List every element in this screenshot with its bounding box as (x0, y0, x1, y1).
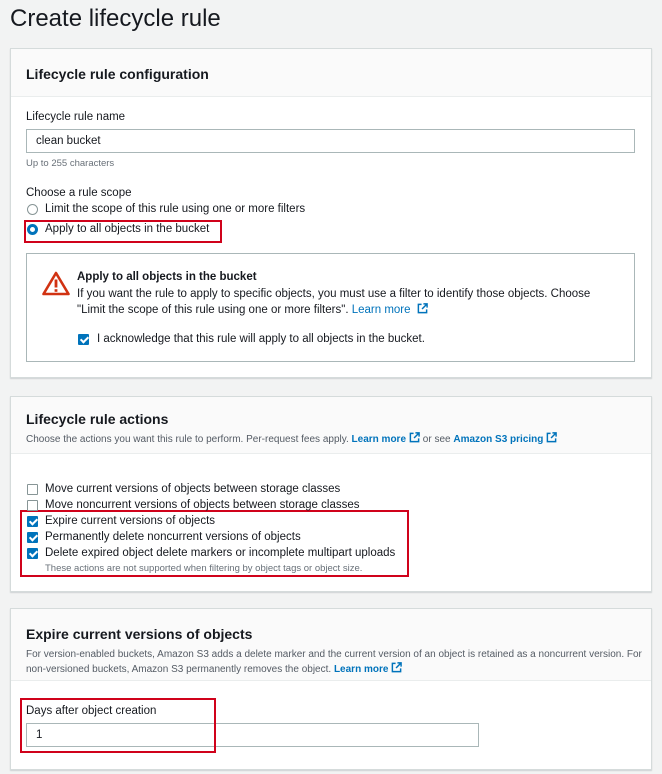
external-link-icon (409, 432, 420, 443)
expire-panel-header: Expire current versions of objects For v… (11, 609, 651, 681)
alert-learn-more-link[interactable]: Learn more (352, 304, 411, 316)
expire-desc-line2-text: non-versioned buckets, Amazon S3 permane… (26, 664, 332, 675)
move-noncurrent-label[interactable]: Move noncurrent versions of objects betw… (45, 499, 360, 511)
days-label: Days after object creation (26, 705, 157, 717)
acknowledge-label[interactable]: I acknowledge that this rule will apply … (97, 333, 425, 345)
external-link-icon (392, 662, 403, 673)
acknowledge-checkbox[interactable] (78, 334, 89, 345)
scope-filter-label[interactable]: Limit the scope of this rule using one o… (45, 203, 305, 215)
scope-all-label[interactable]: Apply to all objects in the bucket (45, 223, 209, 235)
alert-title: Apply to all objects in the bucket (77, 271, 257, 283)
actions-panel-title: Lifecycle rule actions (26, 411, 169, 427)
scope-label: Choose a rule scope (26, 187, 132, 199)
actions-or-see: or see (422, 434, 451, 445)
days-input[interactable] (26, 723, 479, 747)
move-noncurrent-checkbox[interactable] (27, 500, 38, 511)
external-link-icon (547, 432, 558, 443)
delete-markers-label[interactable]: Delete expired object delete markers or … (45, 547, 395, 559)
alert-body-line2: "Limit the scope of this rule using one … (77, 302, 428, 318)
delete-noncurrent-checkbox[interactable] (27, 532, 38, 543)
rule-name-input[interactable] (26, 129, 635, 153)
move-current-checkbox[interactable] (27, 484, 38, 495)
actions-options-note: These actions are not supported when fil… (45, 563, 363, 574)
scope-filter-radio[interactable] (27, 204, 38, 215)
rule-name-label: Lifecycle rule name (26, 111, 126, 123)
expire-desc-line1: For version-enabled buckets, Amazon S3 a… (26, 649, 642, 660)
alert-body-line1: If you want the rule to apply to specifi… (77, 288, 591, 300)
config-panel-title: Lifecycle rule configuration (26, 66, 209, 82)
expire-panel: Expire current versions of objects For v… (10, 608, 652, 770)
s3-pricing-link[interactable]: Amazon S3 pricing (453, 434, 543, 445)
actions-desc-text: Choose the actions you want this rule to… (26, 434, 349, 445)
expire-learn-more-link[interactable]: Learn more (334, 664, 388, 675)
expire-current-label[interactable]: Expire current versions of objects (45, 515, 215, 527)
config-panel: Lifecycle rule configuration Lifecycle r… (10, 48, 652, 378)
expire-desc-line2: non-versioned buckets, Amazon S3 permane… (26, 662, 636, 677)
expire-panel-title: Expire current versions of objects (26, 626, 253, 642)
scope-all-radio[interactable] (27, 224, 38, 235)
actions-panel-desc: Choose the actions you want this rule to… (26, 432, 636, 447)
delete-noncurrent-label[interactable]: Permanently delete noncurrent versions o… (45, 531, 301, 543)
actions-panel: Lifecycle rule actions Choose the action… (10, 396, 652, 592)
delete-markers-checkbox[interactable] (27, 548, 38, 559)
warning-icon (42, 271, 70, 296)
rule-name-hint: Up to 255 characters (26, 158, 115, 169)
alert-body-line2-text: "Limit the scope of this rule using one … (77, 304, 349, 316)
config-panel-header: Lifecycle rule configuration (11, 49, 651, 97)
expire-current-checkbox[interactable] (27, 516, 38, 527)
move-current-label[interactable]: Move current versions of objects between… (45, 483, 340, 495)
page-title: Create lifecycle rule (10, 5, 221, 32)
external-link-icon (417, 303, 428, 314)
actions-learn-more-link[interactable]: Learn more (352, 434, 406, 445)
scope-alert: Apply to all objects in the bucket If yo… (26, 253, 635, 362)
actions-panel-header: Lifecycle rule actions Choose the action… (11, 397, 651, 454)
